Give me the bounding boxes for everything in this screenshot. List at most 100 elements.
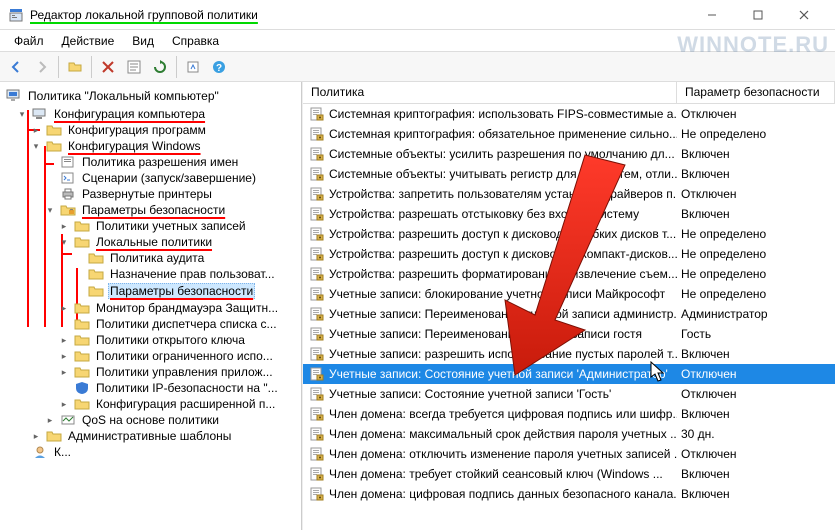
list-row[interactable]: Член домена: требует стойкий сеансовый к…: [303, 464, 835, 484]
list-row[interactable]: Устройства: разрешить доступ к дисковода…: [303, 244, 835, 264]
menu-action[interactable]: Действие: [54, 32, 123, 50]
param-text: Отключен: [677, 447, 835, 461]
tree-item[interactable]: ▸ Политики ограниченного испо...: [56, 348, 301, 364]
policy-item-icon: [309, 406, 325, 422]
policy-item-icon: [309, 446, 325, 462]
list-row[interactable]: Системная криптография: обязательное при…: [303, 124, 835, 144]
expander-open-icon[interactable]: ▾: [44, 204, 56, 216]
tree-computer-config[interactable]: ▾ Конфигурация компьютера: [14, 106, 301, 122]
expander-closed-icon[interactable]: ▸: [58, 350, 70, 362]
policy-text: Член домена: всегда требуется цифровая п…: [329, 407, 677, 421]
expander-closed-icon[interactable]: ▸: [58, 366, 70, 378]
folder-icon: [88, 284, 104, 298]
folder-icon: [74, 333, 90, 347]
tree-panel[interactable]: Политика "Локальный компьютер" ▾ Конфигу…: [0, 82, 302, 530]
minimize-button[interactable]: [689, 0, 735, 30]
col-header-policy[interactable]: Политика: [303, 82, 677, 103]
menu-file[interactable]: Файл: [6, 32, 52, 50]
tree-windows-config[interactable]: ▾Конфигурация Windows: [28, 138, 301, 154]
tree-security-settings[interactable]: ▾Параметры безопасности: [42, 202, 301, 218]
properties-button[interactable]: [122, 55, 146, 79]
list-row[interactable]: Системная криптография: использовать FIP…: [303, 104, 835, 124]
tree-label: Монитор брандмауэра Защитн...: [94, 301, 280, 315]
tree-item[interactable]: ▸ Политики открытого ключа: [56, 332, 301, 348]
folder-icon: [46, 139, 62, 153]
expander-closed-icon[interactable]: ▸: [58, 334, 70, 346]
list-row[interactable]: Учетные записи: блокирование учетной зап…: [303, 284, 835, 304]
list-row[interactable]: Член домена: отключить изменение пароля …: [303, 444, 835, 464]
maximize-button[interactable]: [735, 0, 781, 30]
list-row[interactable]: Учетные записи: Состояние учетной записи…: [303, 384, 835, 404]
list-row[interactable]: Устройства: разрешить доступ к дисковода…: [303, 224, 835, 244]
tree-local-policies[interactable]: ▾Локальные политики: [56, 234, 301, 250]
policy-item-icon: [309, 466, 325, 482]
menu-help[interactable]: Справка: [164, 32, 227, 50]
list-row[interactable]: Устройства: запретить пользователям уста…: [303, 184, 835, 204]
tree-label: Политики открытого ключа: [94, 333, 247, 347]
tree-item[interactable]: ▸ Монитор брандмауэра Защитн...: [56, 300, 301, 316]
tree-item[interactable]: Политики IP-безопасности на "...: [56, 380, 301, 396]
tree-label: Политики ограниченного испо...: [94, 349, 275, 363]
tree-item[interactable]: ▸Политики учетных записей: [56, 218, 301, 234]
expander-closed-icon[interactable]: ▸: [30, 430, 42, 442]
list-body[interactable]: Системная криптография: использовать FIP…: [303, 104, 835, 530]
help-button[interactable]: ?: [207, 55, 231, 79]
list-row[interactable]: Учетные записи: Состояние учетной записи…: [303, 364, 835, 384]
folder-icon: [46, 123, 62, 137]
menu-view[interactable]: Вид: [124, 32, 162, 50]
tree-root[interactable]: Политика "Локальный компьютер": [0, 86, 301, 106]
tree-item[interactable]: ▸QoS на основе политики: [42, 412, 301, 428]
up-button[interactable]: [63, 55, 87, 79]
expander-open-icon[interactable]: ▾: [58, 236, 70, 248]
tree-security-options[interactable]: Параметры безопасности: [70, 282, 301, 300]
expander-open-icon[interactable]: ▾: [30, 140, 42, 152]
tree-item[interactable]: ▸ Административные шаблоны: [28, 428, 301, 444]
tree-item[interactable]: ▸Политики управления прилож...: [56, 364, 301, 380]
expander-closed-icon[interactable]: ▸: [44, 414, 56, 426]
expander-closed-icon[interactable]: ▸: [58, 220, 70, 232]
list-row[interactable]: Устройства: разрешить форматирование и и…: [303, 264, 835, 284]
policy-text: Системная криптография: обязательное при…: [329, 127, 677, 141]
tree-software-config[interactable]: ▸ Конфигурация программ: [28, 122, 301, 138]
list-row[interactable]: Член домена: цифровая подпись данных без…: [303, 484, 835, 504]
tree-item[interactable]: Политика разрешения имен: [42, 154, 301, 170]
param-text: Включен: [677, 147, 835, 161]
tree-label: Сценарии (запуск/завершение): [80, 171, 258, 185]
list-row[interactable]: Учетные записи: Переименование учетной з…: [303, 304, 835, 324]
col-header-param[interactable]: Параметр безопасности: [677, 82, 835, 103]
tree-item[interactable]: Назначение прав пользоват...: [70, 266, 301, 282]
tree-label: Политика аудита: [108, 251, 206, 265]
tree-label: Административные шаблоны: [66, 429, 233, 443]
list-row[interactable]: Системные объекты: учитывать регистр для…: [303, 164, 835, 184]
list-row[interactable]: Системные объекты: усилить разрешения по…: [303, 144, 835, 164]
tree-label: Политики IP-безопасности на "...: [94, 381, 280, 395]
export-button[interactable]: [181, 55, 205, 79]
titlebar: Редактор локальной групповой политики: [0, 0, 835, 30]
tree-label: Конфигурация программ: [66, 123, 208, 137]
tree-item[interactable]: К...: [14, 444, 301, 460]
expander-open-icon[interactable]: ▾: [16, 108, 28, 120]
list-row[interactable]: Член домена: максимальный срок действия …: [303, 424, 835, 444]
tree-item[interactable]: Политики диспетчера списка с...: [56, 316, 301, 332]
delete-button[interactable]: [96, 55, 120, 79]
printer-icon: [60, 187, 76, 201]
expander-closed-icon[interactable]: ▸: [30, 124, 42, 136]
list-panel: Политика Параметр безопасности Системная…: [302, 82, 835, 530]
tree-item[interactable]: Политика аудита: [70, 250, 301, 266]
list-row[interactable]: Учетные записи: Переименование учетной з…: [303, 324, 835, 344]
refresh-button[interactable]: [148, 55, 172, 79]
back-button[interactable]: [4, 55, 28, 79]
tree-item[interactable]: Развернутые принтеры: [42, 186, 301, 202]
list-row[interactable]: Устройства: разрешать отстыковку без вхо…: [303, 204, 835, 224]
close-button[interactable]: [781, 0, 827, 30]
tree-item[interactable]: Сценарии (запуск/завершение): [42, 170, 301, 186]
lock-folder-icon: [60, 203, 76, 217]
forward-button[interactable]: [30, 55, 54, 79]
policy-text: Член домена: цифровая подпись данных без…: [329, 487, 677, 501]
list-row[interactable]: Член домена: всегда требуется цифровая п…: [303, 404, 835, 424]
tree-item[interactable]: ▸Конфигурация расширенной п...: [56, 396, 301, 412]
expander-closed-icon[interactable]: ▸: [58, 398, 70, 410]
param-text: Включен: [677, 347, 835, 361]
list-row[interactable]: Учетные записи: разрешить использование …: [303, 344, 835, 364]
expander-closed-icon[interactable]: ▸: [58, 302, 70, 314]
